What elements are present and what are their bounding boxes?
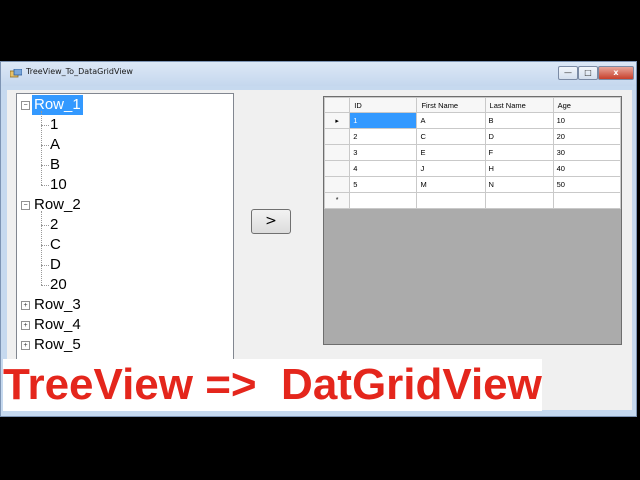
grid-table: ID First Name Last Name Age ▸ 1 A B 10 2 C D 20 3 E F 3… [323,97,622,209]
grid-cell[interactable]: J [416,160,486,177]
tree-node[interactable]: Row_5 [34,335,81,355]
grid-cell[interactable] [416,192,486,209]
tree-expander-icon[interactable]: + [21,341,30,350]
title-bar[interactable]: TreeView_To_DataGridView — □ x [1,62,636,86]
tree-connector-line [41,285,49,286]
grid-cell[interactable]: 3 [349,144,418,161]
grid-cell[interactable]: 5 [349,176,418,193]
grid-cell[interactable]: 50 [552,176,622,193]
move-to-grid-button[interactable]: > [251,209,291,234]
close-button[interactable]: x [598,66,634,80]
tree-child-node[interactable]: 10 [50,175,67,195]
grid-cell[interactable] [552,192,622,209]
grid-row-header[interactable]: ▸ [323,112,351,129]
grid-corner-header[interactable] [323,97,351,113]
grid-cell[interactable]: B [484,112,554,129]
tree-connector-line [41,165,49,166]
tree-child-node[interactable]: B [50,155,60,175]
tree-child-node[interactable]: A [50,135,60,155]
grid-cell[interactable]: M [416,176,486,193]
tree-connector-line [41,265,49,266]
grid-row[interactable]: 3 E F 30 [323,144,622,161]
video-caption: TreeView => DatGridView [3,359,542,411]
grid-cell[interactable] [349,192,418,209]
maximize-button[interactable]: □ [578,66,598,80]
grid-row-header[interactable] [323,176,351,193]
tree-connector-line [41,245,49,246]
tree-expander-icon[interactable]: + [21,301,30,310]
grid-cell[interactable]: D [484,128,554,145]
grid-cell[interactable]: 4 [349,160,418,177]
grid-row[interactable]: 5 M N 50 [323,176,622,193]
tree-child-node[interactable]: 2 [50,215,58,235]
grid-cell[interactable]: N [484,176,554,193]
grid-row-header[interactable]: * [323,192,351,209]
grid-new-row[interactable]: * [323,192,622,209]
grid-cell[interactable]: 2 [349,128,418,145]
grid-column-header[interactable]: Age [552,97,622,113]
tree-node[interactable]: Row_3 [34,295,81,315]
grid-row[interactable]: ▸ 1 A B 10 [323,112,622,129]
tree-connector-line [41,125,49,126]
app-icon [10,69,22,78]
grid-header-row: ID First Name Last Name Age [323,97,622,113]
grid-cell[interactable]: 40 [552,160,622,177]
grid-column-header[interactable]: Last Name [484,97,554,113]
tree-expander-icon[interactable]: + [21,321,30,330]
tree-connector-line [41,145,49,146]
tree-child-node[interactable]: D [50,255,61,275]
tree-child-node[interactable]: 20 [50,275,67,295]
grid-cell[interactable]: C [416,128,486,145]
grid-row[interactable]: 2 C D 20 [323,128,622,145]
grid-cell[interactable]: F [484,144,554,161]
grid-row[interactable]: 4 J H 40 [323,160,622,177]
grid-cell[interactable]: A [416,112,486,129]
tree-connector-line [41,225,49,226]
tree-node[interactable]: Row_1 [32,95,83,115]
window-title: TreeView_To_DataGridView [26,67,133,76]
tree-view[interactable]: − Row_1 1 A B 10− Row_2 2 C D 20 + Row_3 + Row_4 + Row_5 [16,93,234,360]
tree-expander-icon[interactable]: − [21,101,30,110]
grid-column-header[interactable]: ID [349,97,418,113]
tree-child-node[interactable]: C [50,235,61,255]
tree-node[interactable]: Row_4 [34,315,81,335]
grid-row-header[interactable] [323,128,351,145]
data-grid-view[interactable]: ID First Name Last Name Age ▸ 1 A B 10 2 C D 20 3 E F 3… [323,96,622,345]
grid-row-header[interactable] [323,160,351,177]
grid-cell[interactable]: E [416,144,486,161]
tree-connector-line [41,211,42,285]
grid-cell[interactable]: H [484,160,554,177]
grid-cell[interactable]: 10 [552,112,622,129]
grid-cell[interactable] [484,192,554,209]
tree-connector-line [41,111,42,185]
grid-cell[interactable]: 1 [349,112,418,129]
grid-cell[interactable]: 20 [552,128,622,145]
tree-connector-line [41,185,49,186]
minimize-button[interactable]: — [558,66,578,80]
grid-row-header[interactable] [323,144,351,161]
tree-expander-icon[interactable]: − [21,201,30,210]
tree-child-node[interactable]: 1 [50,115,58,135]
grid-column-header[interactable]: First Name [416,97,486,113]
grid-cell[interactable]: 30 [552,144,622,161]
